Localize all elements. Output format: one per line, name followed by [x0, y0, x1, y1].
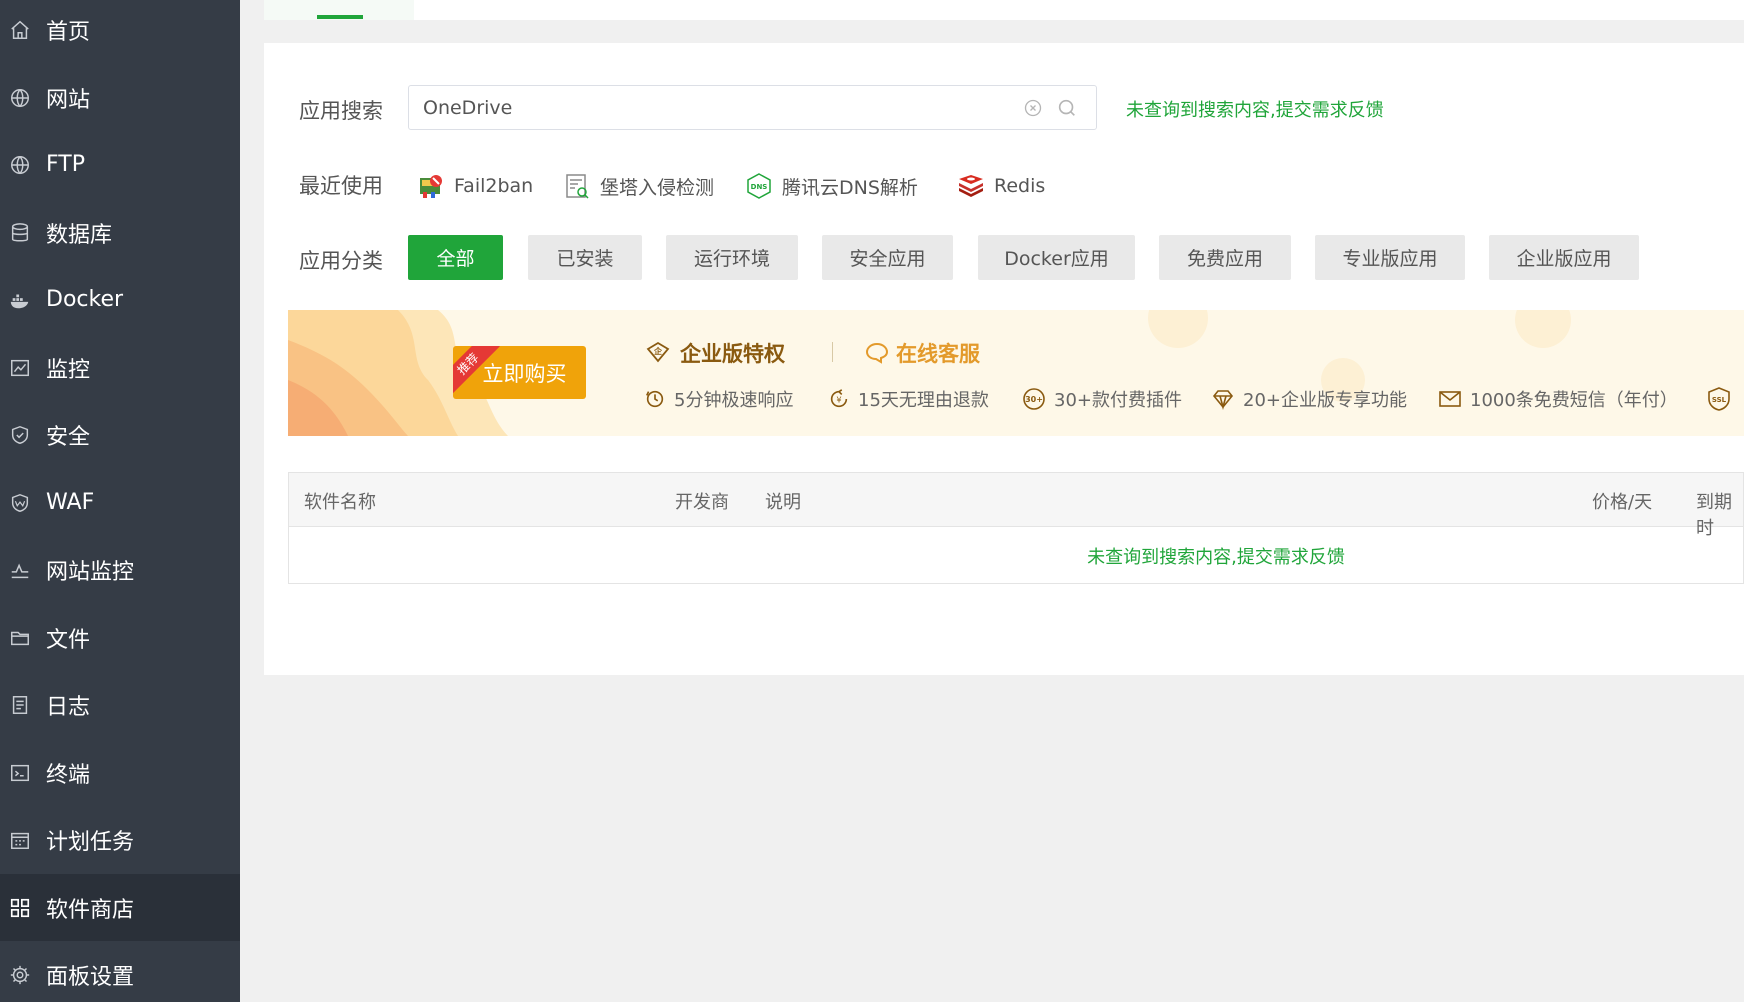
sidebar-item-terminal[interactable]: 终端: [0, 739, 240, 806]
clock-icon: [644, 388, 666, 410]
table-empty-row: 未查询到搜索内容,提交需求反馈: [289, 527, 1743, 584]
sidebar-item-panel-settings[interactable]: 面板设置: [0, 941, 240, 1002]
recent-item-tencent-dns[interactable]: DNS 腾讯云DNS解析: [744, 171, 918, 201]
software-table: 软件名称 开发商 说明 价格/天 到期时 未查询到搜索内容,提交需求反馈: [288, 472, 1744, 584]
feature-free-sms: 1000条免费短信（年付）: [1438, 386, 1678, 412]
search-feedback-link[interactable]: 未查询到搜索内容,提交需求反馈: [1126, 96, 1384, 122]
recent-item-label: 堡塔入侵检测: [600, 176, 715, 199]
sidebar: 首页 网站 FTP 数据库 Docker 监控 安全 WAF 网站监控 文件 日…: [0, 0, 240, 1002]
recent-item-redis[interactable]: Redis: [956, 171, 1045, 201]
mail-icon: [1438, 389, 1462, 409]
sidebar-item-logs[interactable]: 日志: [0, 671, 240, 738]
ssl-icon: SSL: [1706, 386, 1732, 412]
category-label: 应用分类: [299, 249, 383, 273]
recent-item-label: 腾讯云DNS解析: [782, 176, 918, 199]
top-tab-active[interactable]: [264, 0, 414, 20]
dns-icon-text: DNS: [751, 183, 768, 191]
column-description[interactable]: 说明: [765, 488, 801, 514]
diamond-icon: [1211, 388, 1235, 410]
clear-search-icon[interactable]: [1023, 98, 1043, 122]
database-icon: [0, 222, 46, 244]
pulse-icon: [0, 559, 46, 581]
enterprise-privilege-title: 企 企业版特权: [644, 338, 785, 368]
category-installed-button[interactable]: 已安装: [528, 235, 642, 280]
enterprise-badge-text: 企: [653, 346, 663, 356]
sidebar-item-ftp[interactable]: FTP: [0, 131, 240, 198]
refund-icon-text: ¥: [836, 395, 841, 405]
active-tab-indicator: [317, 15, 363, 19]
fail2ban-icon: [416, 171, 446, 201]
redis-icon: [956, 171, 986, 201]
feature-ssl: SSL: [1706, 386, 1740, 412]
intrusion-detect-icon: [562, 171, 592, 201]
home-icon: [0, 19, 46, 41]
chat-icon: [865, 342, 889, 364]
calendar-icon: [0, 829, 46, 851]
terminal-icon: [0, 762, 46, 784]
dns-icon: DNS: [744, 171, 774, 201]
category-enterprise-button[interactable]: 企业版应用: [1489, 235, 1639, 280]
category-free-button[interactable]: 免费应用: [1159, 235, 1291, 280]
shield-icon: [0, 424, 46, 446]
grid-icon: [0, 897, 46, 919]
category-runtime-button[interactable]: 运行环境: [666, 235, 798, 280]
plugin-icon-text: 30+: [1025, 395, 1043, 404]
enterprise-badge-icon: 企: [646, 341, 670, 363]
feature-paid-plugins: 30+ 30+款付费插件: [1022, 386, 1182, 412]
recent-item-label: Redis: [994, 175, 1046, 197]
feature-fast-response: 5分钟极速响应: [644, 386, 793, 412]
recent-item-intrusion-detect[interactable]: 堡塔入侵检测: [562, 171, 714, 201]
plugin-30-icon: 30+: [1022, 387, 1046, 411]
monitor-chart-icon: [0, 357, 46, 379]
category-pro-button[interactable]: 专业版应用: [1315, 235, 1465, 280]
waf-shield-icon: [0, 492, 46, 514]
refund-icon: ¥: [828, 388, 850, 410]
recent-item-label: Fail2ban: [454, 175, 534, 197]
category-docker-button[interactable]: Docker应用: [978, 235, 1135, 280]
folder-icon: [0, 627, 46, 649]
top-tab-strip: [264, 0, 1744, 20]
column-software-name[interactable]: 软件名称: [304, 488, 376, 514]
globe-icon: [0, 154, 46, 176]
banner-divider: [832, 342, 833, 362]
sidebar-item-docker[interactable]: Docker: [0, 266, 240, 333]
gear-icon: [0, 964, 46, 986]
buy-now-button[interactable]: 推荐 立即购买: [453, 346, 586, 399]
sidebar-item-cron[interactable]: 计划任务: [0, 806, 240, 873]
enterprise-promo-banner: 推荐 立即购买 企 企业版特权 在线客服 5分钟极速响应 ¥ 15天无理由退款 …: [288, 310, 1744, 436]
log-icon: [0, 694, 46, 716]
sidebar-item-database[interactable]: 数据库: [0, 199, 240, 266]
search-icon[interactable]: [1056, 97, 1078, 123]
search-box[interactable]: [408, 85, 1097, 130]
recent-item-fail2ban[interactable]: Fail2ban: [416, 171, 533, 201]
sidebar-item-waf[interactable]: WAF: [0, 469, 240, 536]
sidebar-item-monitor[interactable]: 监控: [0, 334, 240, 401]
buy-now-label: 立即购买: [482, 361, 567, 386]
ssl-icon-text: SSL: [1712, 396, 1727, 404]
docker-icon: [0, 289, 46, 311]
sidebar-item-site-monitor[interactable]: 网站监控: [0, 536, 240, 603]
feature-refund: ¥ 15天无理由退款: [828, 386, 989, 412]
empty-feedback-link[interactable]: 未查询到搜索内容,提交需求反馈: [1087, 543, 1345, 569]
column-price-per-day[interactable]: 价格/天: [1592, 488, 1652, 514]
sidebar-item-home[interactable]: 首页: [0, 0, 240, 63]
sidebar-item-security[interactable]: 安全: [0, 401, 240, 468]
table-header: 软件名称 开发商 说明 价格/天 到期时: [289, 473, 1743, 539]
globe-icon: [0, 87, 46, 109]
sidebar-item-website[interactable]: 网站: [0, 64, 240, 131]
category-security-button[interactable]: 安全应用: [822, 235, 953, 280]
search-label: 应用搜索: [299, 99, 383, 123]
sidebar-item-files[interactable]: 文件: [0, 604, 240, 671]
category-all-button[interactable]: 全部: [408, 235, 503, 280]
column-developer[interactable]: 开发商: [675, 488, 729, 514]
recent-label: 最近使用: [299, 174, 383, 198]
search-input[interactable]: [423, 86, 983, 129]
feature-enterprise-functions: 20+企业版专享功能: [1211, 386, 1407, 412]
online-service-link[interactable]: 在线客服: [864, 338, 980, 368]
sidebar-item-app-store[interactable]: 软件商店: [0, 874, 240, 941]
